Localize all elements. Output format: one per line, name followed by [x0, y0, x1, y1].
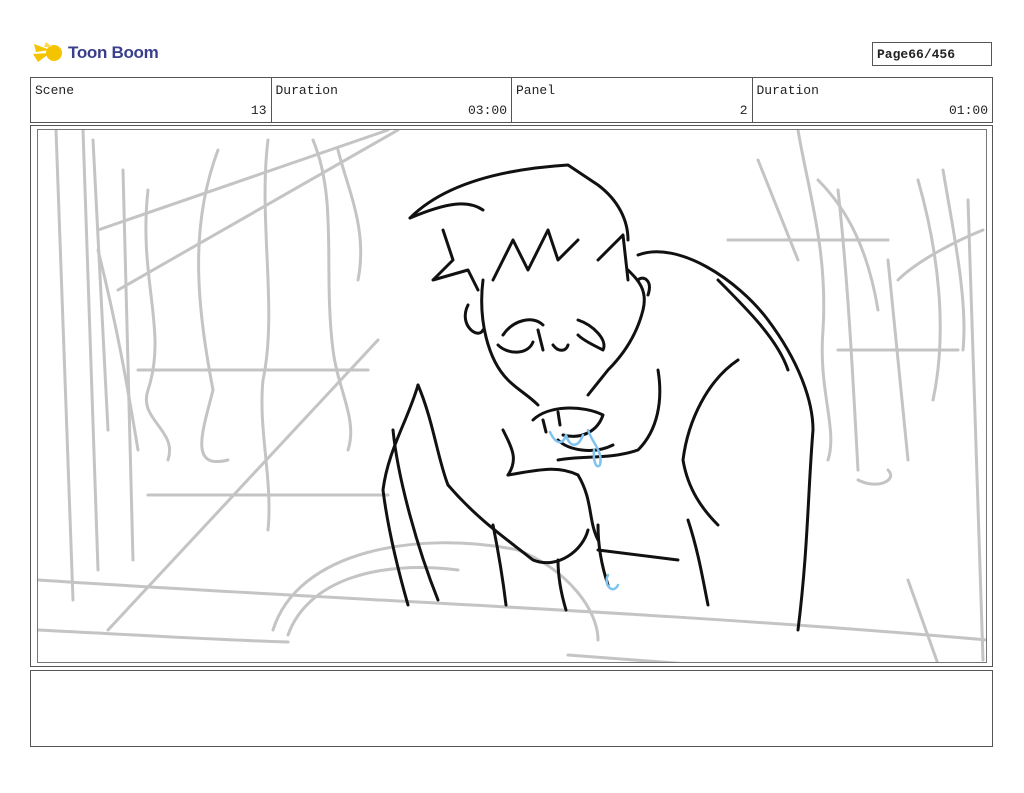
logo-text: Toon Boom	[68, 43, 159, 62]
notes-area	[30, 670, 993, 747]
sketch-drawing	[38, 130, 986, 662]
scene-duration-label: Duration	[275, 83, 338, 98]
drool-sketch	[548, 428, 620, 591]
scene-duration-value: 03:00	[467, 103, 507, 118]
scene-duration-cell: Duration 03:00	[272, 78, 512, 122]
page-value: 66/456	[908, 46, 956, 62]
sparkle-icon	[33, 42, 62, 62]
page-counter: Page 66/456	[872, 42, 992, 66]
character-sketch	[381, 163, 815, 632]
panel-info-row: Scene 13 Duration 03:00 Panel 2 Duration…	[30, 77, 993, 123]
scene-cell: Scene 13	[31, 78, 272, 122]
scene-label: Scene	[35, 83, 75, 98]
panel-duration-cell: Duration 01:00	[753, 78, 993, 122]
toon-boom-logo: Toon Boom	[32, 37, 162, 69]
panel-duration-label: Duration	[756, 83, 819, 98]
panel-cell: Panel 2	[512, 78, 753, 122]
scene-value: 13	[250, 103, 267, 118]
panel-value: 2	[739, 103, 748, 118]
page-label: Page	[877, 46, 909, 62]
background-sketch	[38, 130, 986, 662]
panel-label: Panel	[516, 83, 556, 98]
storyboard-panel-image	[37, 129, 987, 663]
panel-duration-value: 01:00	[948, 103, 988, 118]
